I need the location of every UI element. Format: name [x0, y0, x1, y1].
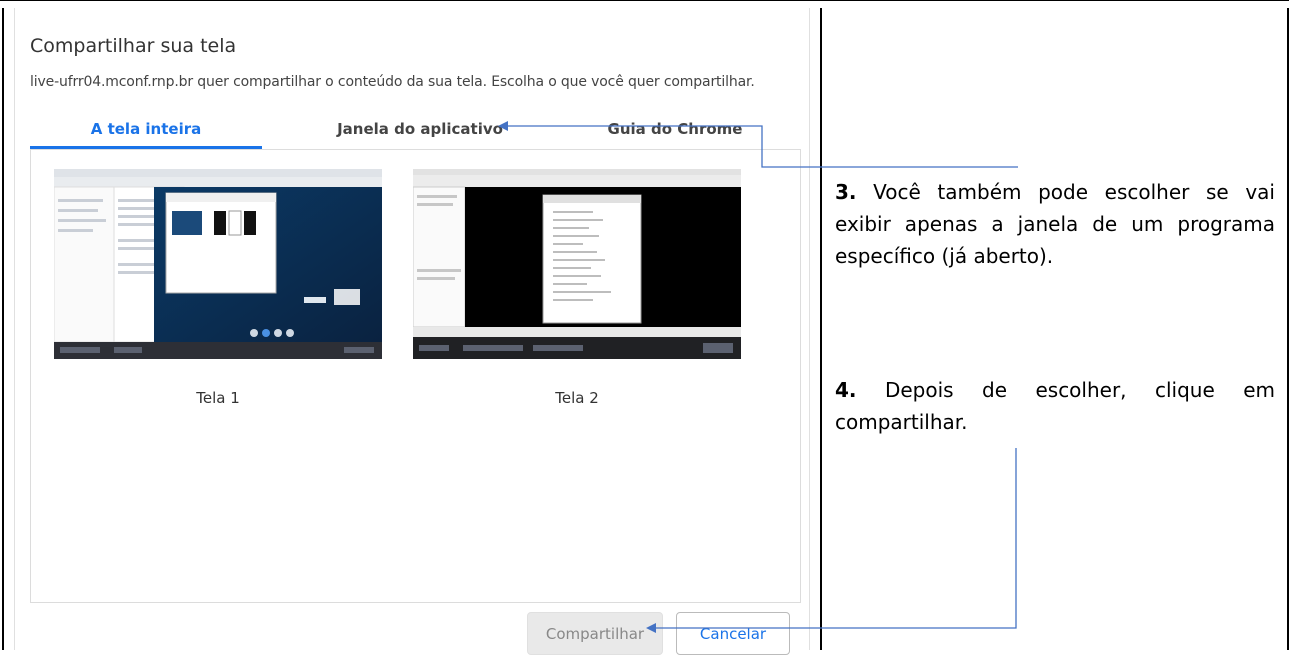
- callout-arrows: [498, 121, 1018, 633]
- arrow-to-share-button: [646, 448, 1017, 633]
- arrow-to-application-tab: [498, 121, 1018, 168]
